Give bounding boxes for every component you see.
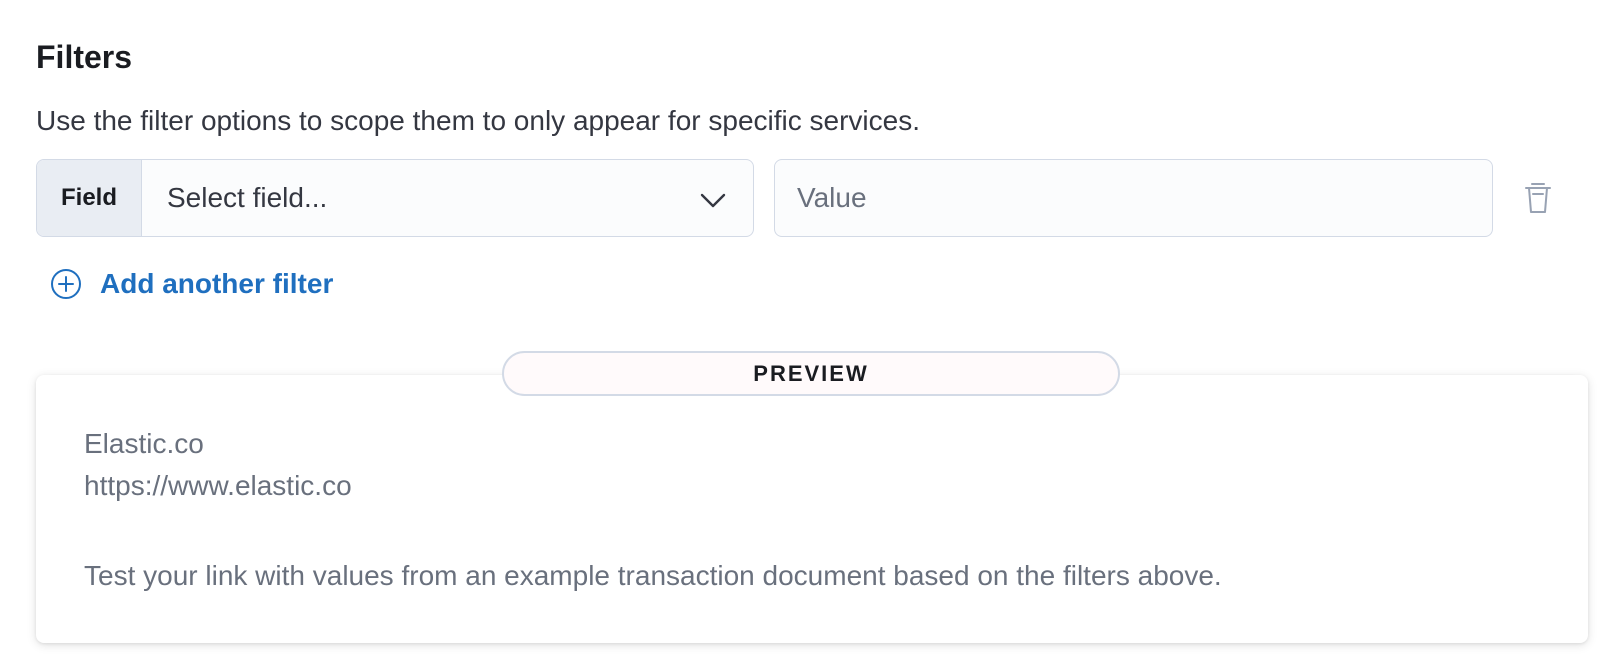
preview-panel [36, 375, 1588, 643]
trash-icon[interactable] [1519, 179, 1557, 217]
preview-help-text: Test your link with values from an examp… [84, 560, 1222, 591]
preview-link-url: https://www.elastic.co [84, 470, 352, 501]
add-filter-label: Add another filter [100, 268, 334, 299]
chevron-down-icon [700, 193, 726, 208]
preview-badge: PREVIEW [502, 351, 1120, 396]
plus-in-circle-icon [51, 269, 81, 299]
preview-link-label: Elastic.co [84, 428, 204, 459]
field-select[interactable]: Select field... [142, 160, 753, 236]
field-select-value: Select field... [167, 182, 328, 213]
field-select-group: Field Select field... [36, 159, 754, 237]
filter-row: Field Select field... [36, 159, 1596, 239]
section-title: Filters [36, 39, 133, 75]
field-prepend-label: Field [37, 160, 142, 236]
section-description: Use the filter options to scope them to … [36, 105, 920, 136]
value-input[interactable] [774, 159, 1493, 237]
add-filter-button[interactable]: Add another filter [50, 268, 333, 300]
filters-section: Filters Use the filter options to scope … [0, 0, 1624, 670]
